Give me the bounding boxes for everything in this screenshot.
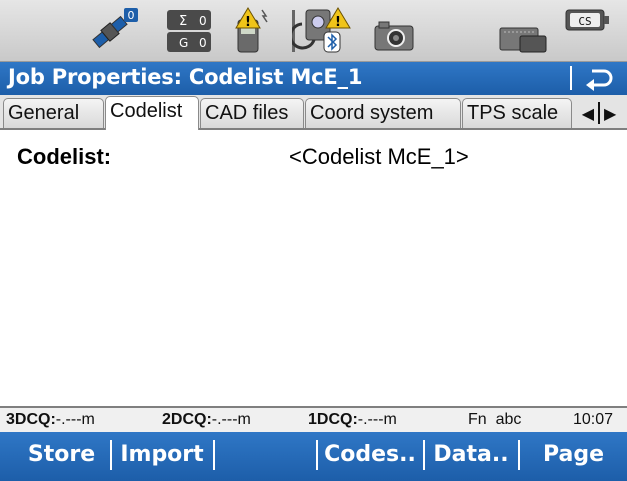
cq2d-status: 2DCQ:-.---m bbox=[162, 411, 251, 428]
tab-tps-scale[interactable]: TPS scale bbox=[462, 98, 572, 128]
satellite-icon[interactable]: 0 bbox=[88, 6, 140, 56]
status-line: 3DCQ:-.---m 2DCQ:-.---m 1DCQ:-.---m Fn a… bbox=[0, 406, 627, 432]
back-arrow-icon[interactable] bbox=[582, 64, 616, 92]
svg-text:!: ! bbox=[245, 15, 251, 30]
tab-strip: General Codelist CAD files Coord system … bbox=[0, 95, 627, 130]
tab-arrow-divider bbox=[598, 102, 600, 124]
tab-cad-files[interactable]: CAD files bbox=[200, 98, 304, 128]
memory-card-icon[interactable] bbox=[498, 6, 548, 56]
svg-text:Σ: Σ bbox=[179, 14, 187, 29]
battery-icon[interactable]: CS bbox=[564, 6, 612, 56]
tab-next-arrow-icon[interactable]: ▶ bbox=[604, 104, 616, 123]
svg-text:CS: CS bbox=[578, 15, 591, 28]
tab-scroll-arrows: ◀ ▶ bbox=[574, 99, 624, 127]
cq1d-status: 1DCQ:-.---m bbox=[308, 411, 397, 428]
store-button[interactable]: Store bbox=[14, 432, 109, 481]
title-bar: Job Properties: Codelist McE_1 bbox=[0, 62, 627, 95]
svg-text:0: 0 bbox=[199, 14, 207, 28]
codelist-label: Codelist: bbox=[17, 144, 112, 169]
codes-button[interactable]: Codes.. bbox=[318, 432, 422, 481]
satellite-count: 0 bbox=[128, 9, 135, 22]
radio-warning-icon[interactable]: ! bbox=[232, 6, 272, 56]
instrument-bluetooth-icon[interactable]: ! bbox=[292, 6, 352, 56]
page-button[interactable]: Page bbox=[520, 432, 627, 481]
title-divider bbox=[570, 66, 572, 90]
tab-general[interactable]: General bbox=[3, 98, 104, 128]
svg-text:0: 0 bbox=[199, 36, 207, 50]
position-quality-icon[interactable]: Σ 0 G 0 bbox=[165, 6, 213, 56]
page-title: Job Properties: Codelist McE_1 bbox=[8, 65, 363, 89]
tab-prev-arrow-icon[interactable]: ◀ bbox=[582, 104, 594, 123]
svg-text:!: ! bbox=[335, 15, 341, 30]
clock-time: 10:07 bbox=[573, 411, 614, 428]
import-button[interactable]: Import bbox=[112, 432, 212, 481]
camera-icon[interactable] bbox=[371, 6, 417, 56]
input-mode-indicator: Fn abc bbox=[468, 411, 522, 428]
cq3d-status: 3DCQ:-.---m bbox=[6, 411, 95, 428]
tab-coord-system[interactable]: Coord system bbox=[305, 98, 461, 128]
codelist-value[interactable]: <Codelist McE_1> bbox=[289, 144, 469, 170]
svg-text:G: G bbox=[179, 36, 188, 50]
tab-codelist[interactable]: Codelist bbox=[105, 96, 199, 130]
empty-softkey[interactable] bbox=[215, 432, 315, 481]
status-icon-bar: 0 Σ 0 G 0 ! ! CS bbox=[0, 0, 627, 62]
softkey-bar: Store Import Codes.. Data.. Page bbox=[0, 432, 627, 481]
content-area: Codelist: <Codelist McE_1> bbox=[0, 130, 627, 406]
data-button[interactable]: Data.. bbox=[425, 432, 517, 481]
